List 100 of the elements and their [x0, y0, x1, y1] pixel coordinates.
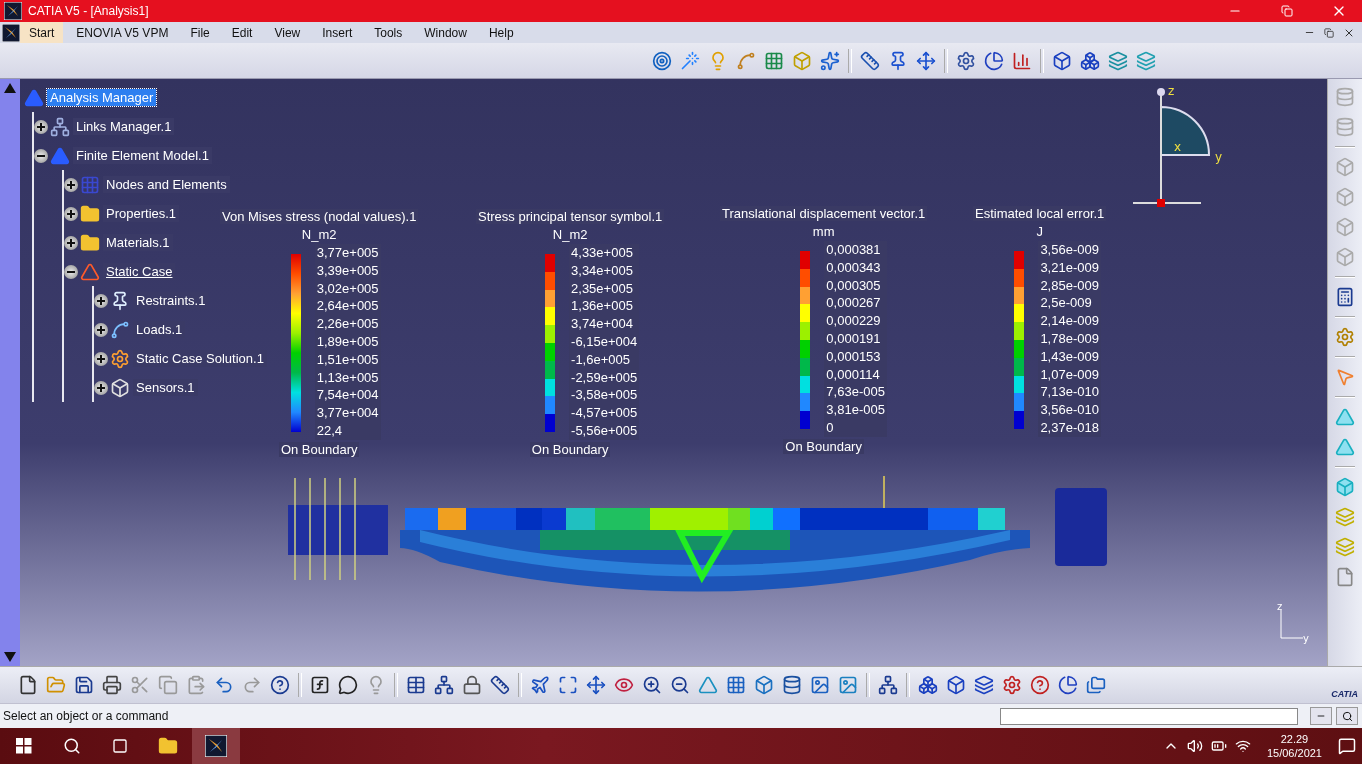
legend-unit: N_m2 [552, 227, 588, 242]
tree-item[interactable]: Links Manager.1 [73, 118, 175, 135]
plus-icon [67, 238, 75, 247]
legend-value: 3,77e+005 [315, 244, 380, 262]
expand-toggle[interactable] [64, 235, 78, 250]
menu-item[interactable]: Tools [365, 22, 412, 43]
expand-toggle[interactable] [94, 351, 108, 366]
legend-value: -2,59e+005 [570, 368, 639, 387]
axis-label: x [1174, 140, 1182, 154]
expand-toggle[interactable] [34, 119, 48, 134]
legend-value: 1,89e+005 [315, 333, 380, 351]
network-icon [50, 116, 70, 137]
search-button[interactable] [1336, 707, 1358, 725]
legend-value: 0,000267 [825, 294, 882, 313]
legend-value: 4,33e+005 [570, 244, 634, 262]
expand-toggle[interactable] [64, 206, 78, 221]
legend-value: 2,35e+005 [570, 279, 634, 298]
legend-value: 3,39e+005 [315, 261, 380, 280]
menu-item[interactable]: Insert [313, 22, 362, 43]
catia-taskbar-button[interactable] [192, 728, 240, 764]
legend-value: 3,21e-009 [1039, 258, 1100, 277]
legend-value: -6,15e+004 [570, 333, 639, 351]
tree-item[interactable]: Analysis Manager [47, 89, 157, 106]
legend-value: 2,26e+005 [315, 315, 380, 333]
collapse-toggle[interactable] [34, 148, 48, 163]
axis-label: z [1168, 84, 1175, 98]
plus-icon [97, 325, 105, 334]
legend-value: 1,36e+005 [570, 297, 634, 316]
tree-item[interactable]: Static Case Solution.1 [133, 350, 267, 367]
legend-value: 7,63e-005 [825, 383, 886, 402]
legend-unit: J [1036, 224, 1043, 239]
folder-icon [158, 736, 178, 756]
expand-toggle[interactable] [94, 293, 108, 308]
axis-lines [1280, 609, 1304, 639]
app-logo-icon [205, 735, 227, 757]
notifications-icon [1338, 737, 1356, 755]
legend-value: 2,85e-009 [1039, 276, 1100, 295]
legend-value: -5,56e+005 [570, 421, 639, 440]
command-input[interactable] [1000, 707, 1298, 725]
legend-footer: On Boundary [783, 439, 864, 454]
menu-item[interactable]: Edit [222, 22, 262, 43]
axis-label: y [1303, 633, 1309, 644]
menu-item[interactable]: ENOVIA V5 VPM [67, 22, 178, 43]
tree-item[interactable]: Properties.1 [103, 205, 180, 222]
plus-icon [97, 383, 105, 392]
legend-value: 1,43e-009 [1039, 347, 1100, 366]
legend-value: 7,13e-010 [1039, 383, 1100, 402]
legend-value: 3,77e+004 [315, 404, 380, 422]
legend-value: 3,34e+005 [570, 261, 634, 280]
legend-title: Estimated local error.1 [973, 206, 1107, 221]
task-view-icon [112, 738, 128, 754]
wifi-icon [1234, 738, 1251, 754]
battery-icon [1210, 738, 1227, 754]
gear-icon [110, 348, 130, 369]
plus-icon [97, 296, 105, 305]
legend-title: Translational displacement vector.1 [720, 206, 928, 221]
legend-value: -1,6e+005 [570, 350, 631, 369]
legend-value: 0,000191 [825, 330, 882, 348]
box-icon [110, 377, 130, 398]
scroll-down-arrow[interactable] [2, 650, 18, 664]
legend-value: 1,13e+005 [315, 368, 380, 387]
scroll-up-arrow[interactable] [2, 81, 18, 95]
mesh-icon [80, 174, 100, 195]
search-icon [63, 737, 81, 755]
menu-item[interactable]: View [265, 22, 310, 43]
tree-item[interactable]: Nodes and Elements [103, 176, 230, 193]
menu-item[interactable]: File [181, 22, 219, 43]
expand-toggle[interactable] [94, 322, 108, 337]
legend-unit: mm [812, 224, 835, 239]
legend-title: Stress principal tensor symbol.1 [476, 209, 665, 224]
legend-value: -3,58e+005 [570, 386, 639, 405]
legend-value: 1,51e+005 [315, 350, 380, 369]
menu-item[interactable]: Window [415, 22, 476, 43]
plus-icon [37, 122, 45, 131]
legend-value: -4,57e+005 [570, 404, 639, 422]
legend-value: 0,000305 [825, 276, 882, 295]
legend-footer: On Boundary [529, 442, 611, 457]
menu-item[interactable]: Start [20, 22, 64, 43]
pin-icon [110, 290, 130, 311]
compass-axis[interactable] [1132, 88, 1202, 207]
legend-value: 3,56e-009 [1039, 241, 1100, 259]
legend-value: 2,64e+005 [315, 297, 380, 316]
expand-toggle[interactable] [94, 380, 108, 395]
tree-item[interactable]: Sensors.1 [133, 379, 198, 396]
restore-icon [1281, 5, 1293, 17]
window-title: CATIA V5 - [Analysis1] [28, 4, 150, 18]
legend-value: 3,74e+004 [570, 315, 634, 333]
menu-item[interactable]: Help [479, 22, 523, 43]
legend-value: 0,000381 [825, 241, 882, 259]
expand-toggle[interactable] [64, 177, 78, 192]
tree-item[interactable]: Finite Element Model.1 [73, 147, 212, 164]
app-logo: CATIA [1331, 689, 1358, 699]
collapse-toggle[interactable] [64, 264, 78, 279]
legend-value: 2,5e-009 [1039, 294, 1093, 313]
triangle-icon [50, 145, 70, 166]
windows-logo-icon [16, 738, 32, 754]
legend-value: 0,000229 [825, 312, 882, 330]
legend-value: 2,14e-009 [1039, 312, 1100, 330]
3d-viewport[interactable] [20, 79, 1327, 666]
legend-value: 3,02e+005 [315, 279, 380, 298]
